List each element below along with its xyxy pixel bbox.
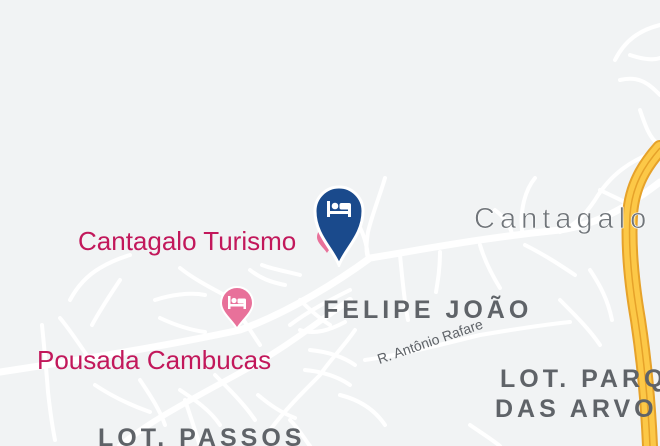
area-label-lot-parque-line1: LOT. PARQ (500, 365, 660, 393)
area-label-lot-passos: LOT. PASSOS (98, 424, 306, 446)
poi-label-pousada-cambucas[interactable]: Pousada Cambucas (37, 347, 271, 373)
poi-label-cantagalo-turismo[interactable]: Cantagalo Turismo (78, 228, 296, 254)
area-label-felipe-joao: FELIPE JOÃO (323, 296, 533, 324)
hotel-pin[interactable] (217, 285, 257, 331)
selected-location-pin[interactable] (311, 183, 367, 267)
area-label-lot-parque-line2: DAS ARVO (495, 395, 658, 423)
map-canvas[interactable]: Cantagalo FELIPE JOÃO LOT. PARQ DAS ARVO… (0, 0, 660, 446)
city-label: Cantagalo (474, 203, 652, 235)
